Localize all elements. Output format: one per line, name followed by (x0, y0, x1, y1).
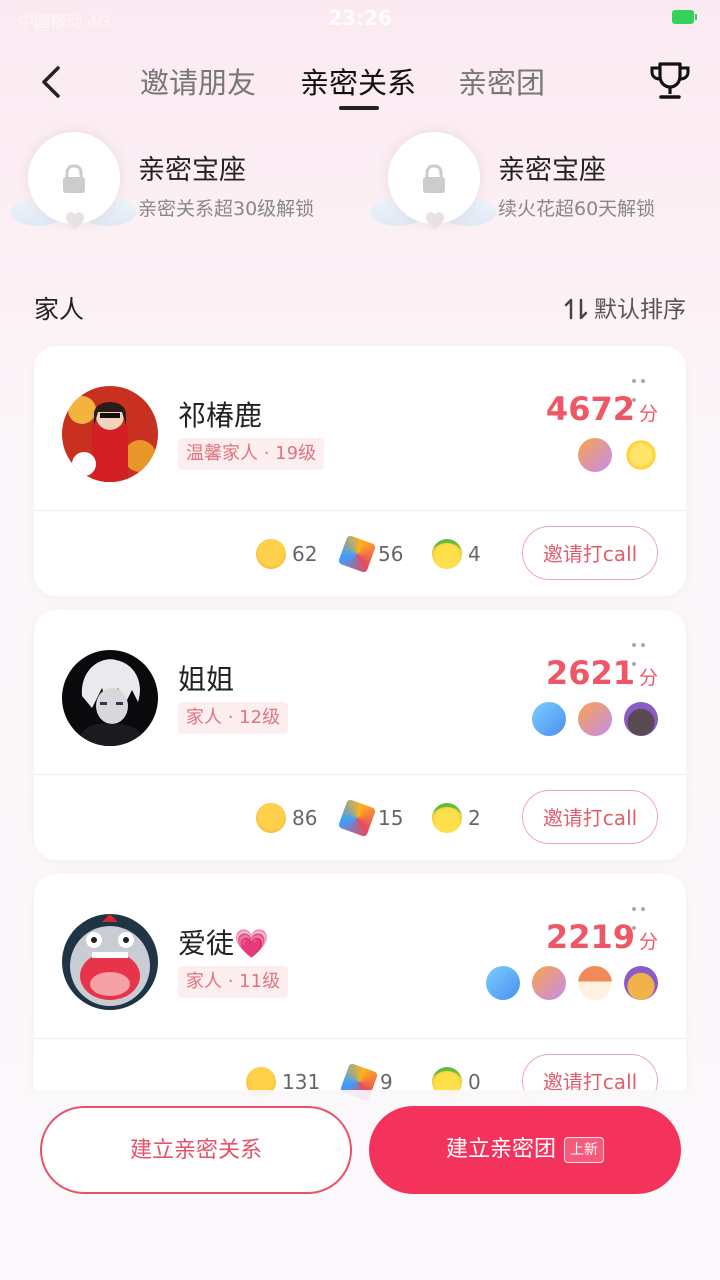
house-badge-icon[interactable] (578, 966, 612, 1000)
stat-hug: 86 (256, 800, 317, 836)
hug-emoji-icon (256, 803, 286, 833)
witch-badge-icon[interactable] (624, 966, 658, 1000)
score-value: 2219 (545, 918, 635, 956)
lock-icon (63, 164, 85, 193)
megaphone-badge-icon[interactable] (486, 966, 520, 1000)
stat-party: 56 (337, 534, 404, 574)
stat-value: 56 (378, 542, 404, 566)
party-popper-icon (337, 798, 377, 838)
section-title: 家人 (34, 295, 85, 324)
avatar[interactable] (62, 914, 158, 1010)
chat-badge-icon[interactable] (532, 966, 566, 1000)
intimacy-score: 2621 分 (546, 654, 658, 692)
witch-badge-icon[interactable] (624, 702, 658, 736)
lemon-face-icon (432, 539, 462, 569)
contact-name: 爱徒💗 (178, 927, 269, 960)
relation-card[interactable]: 爱徒💗 家人 · 11级 2219 分 131 9 0 邀请打call (34, 874, 686, 1124)
chat-badge-icon[interactable] (578, 702, 612, 736)
relation-level-tag: 温馨家人 · 19级 (178, 438, 325, 470)
seat-title: 亲密宝座 (138, 155, 246, 186)
stat-value: 86 (292, 806, 318, 830)
score-unit: 分 (638, 931, 658, 953)
lock-icon (423, 164, 445, 193)
heart-icon (65, 212, 85, 229)
contact-name: 祁椿鹿 (178, 399, 263, 432)
sort-icon (564, 298, 588, 320)
relation-card[interactable]: 祁椿鹿 温馨家人 · 19级 4672 分 62 56 4 邀请打call (34, 346, 686, 596)
trophy-icon[interactable] (648, 60, 692, 102)
divider (34, 510, 686, 511)
seat-avatar (370, 128, 496, 238)
sort-label: 默认排序 (594, 297, 686, 323)
stat-lemon: 4 (432, 536, 481, 572)
heart-icon (425, 212, 445, 229)
lemon-face-icon (432, 803, 462, 833)
avatar[interactable] (62, 650, 158, 746)
relation-card[interactable]: 姐姐 家人 · 12级 2621 分 86 15 2 邀请打call (34, 610, 686, 860)
build-group-button[interactable]: 建立亲密团 上新 (369, 1106, 681, 1194)
back-arrow-icon[interactable] (34, 62, 74, 102)
more-options-icon[interactable] (632, 368, 658, 402)
status-time: 23:26 (328, 6, 392, 30)
stat-party: 15 (337, 798, 404, 838)
more-options-icon[interactable] (632, 896, 658, 930)
battery-icon (672, 10, 697, 24)
divider (34, 1038, 686, 1039)
score-unit: 分 (638, 403, 658, 425)
party-popper-icon (337, 534, 377, 574)
relation-level-tag: 家人 · 11级 (178, 966, 289, 998)
stat-lemon: 2 (432, 800, 481, 836)
status-bar: 中国移动 4G 23:26 (0, 0, 720, 40)
divider (34, 774, 686, 775)
bottom-action-bar: 建立亲密关系 建立亲密团 上新 (0, 1090, 720, 1280)
intimate-seat-1[interactable]: 亲密宝座 亲密关系超30级解锁 (10, 128, 352, 238)
intimacy-score: 2219 分 (546, 918, 658, 956)
stat-hug: 62 (256, 536, 317, 572)
active-tab-indicator (339, 106, 379, 110)
seat-avatar (10, 128, 136, 238)
intimate-seat-2[interactable]: 亲密宝座 续火花超60天解锁 (370, 128, 712, 238)
seat-desc: 续火花超60天解锁 (498, 198, 656, 220)
sun-badge-icon[interactable] (624, 438, 658, 472)
score-value: 2621 (545, 654, 635, 692)
stat-value: 62 (292, 542, 318, 566)
chat-badge-icon[interactable] (578, 438, 612, 472)
tab-intimate-relations[interactable]: 亲密关系 (300, 60, 416, 102)
intimacy-score: 4672 分 (546, 390, 658, 428)
contact-name: 姐姐 (178, 663, 235, 696)
relation-level-tag: 家人 · 12级 (178, 702, 289, 734)
sort-button[interactable]: 默认排序 (564, 290, 686, 324)
tab-invite-friends[interactable]: 邀请朋友 (140, 60, 256, 102)
badge-list (578, 438, 658, 472)
new-badge: 上新 (564, 1137, 604, 1163)
badge-list (532, 702, 658, 736)
badge-list (486, 966, 658, 1000)
build-relation-button[interactable]: 建立亲密关系 (40, 1106, 352, 1194)
stat-value: 2 (468, 806, 481, 830)
build-group-label: 建立亲密团 (445, 1137, 556, 1162)
megaphone-badge-icon[interactable] (532, 702, 566, 736)
score-value: 4672 (545, 390, 635, 428)
invite-call-button[interactable]: 邀请打call (522, 790, 658, 844)
more-options-icon[interactable] (632, 632, 658, 666)
seat-title: 亲密宝座 (498, 155, 606, 186)
invite-call-button[interactable]: 邀请打call (522, 526, 658, 580)
hug-emoji-icon (256, 539, 286, 569)
stat-value: 15 (378, 806, 404, 830)
score-unit: 分 (638, 667, 658, 689)
avatar[interactable] (62, 386, 158, 482)
tab-intimate-group[interactable]: 亲密团 (458, 60, 545, 102)
seat-desc: 亲密关系超30级解锁 (138, 198, 315, 220)
stat-value: 4 (468, 542, 481, 566)
